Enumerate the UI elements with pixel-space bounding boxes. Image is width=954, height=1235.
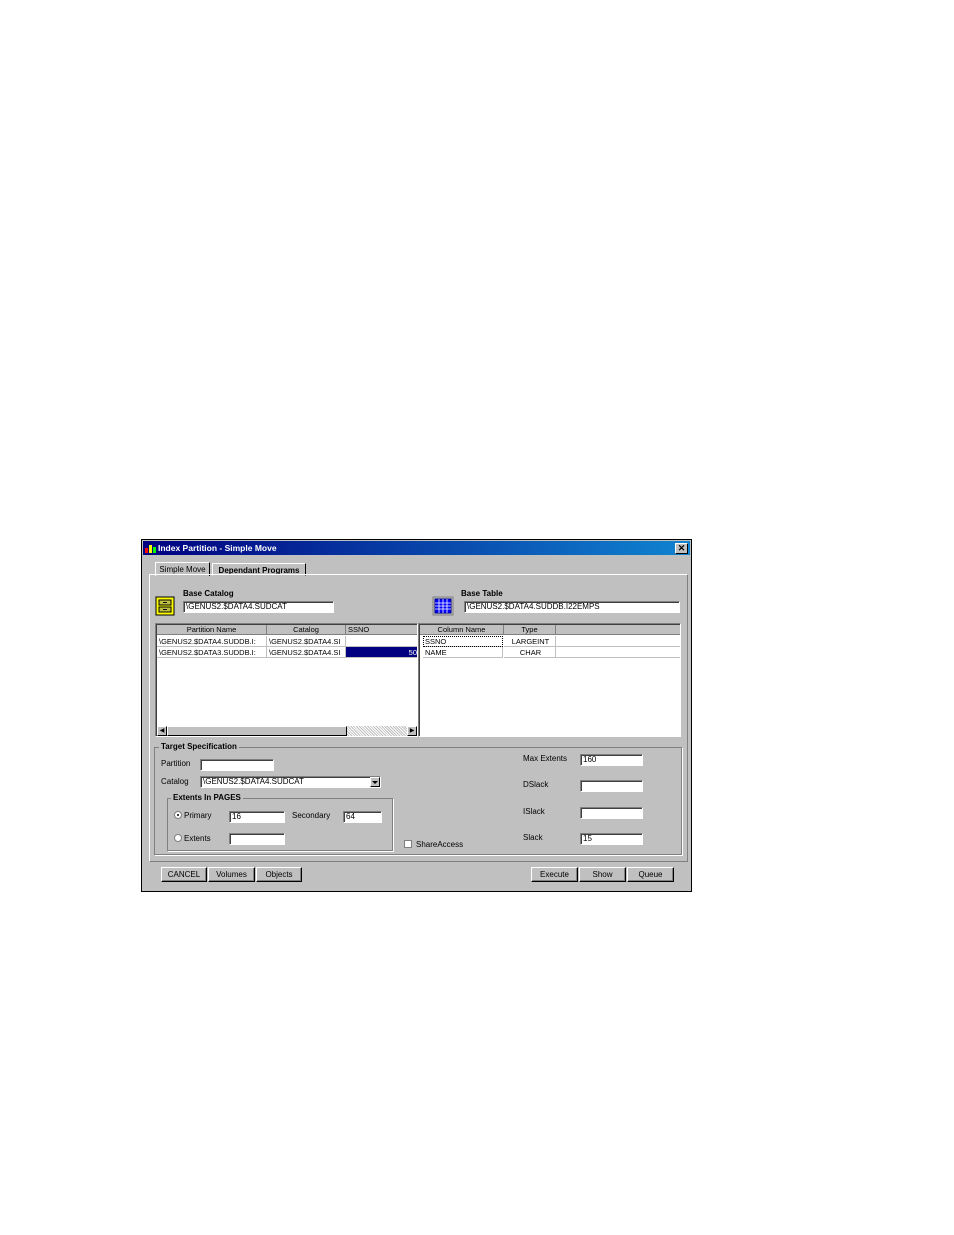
slack-label: Slack [523, 833, 543, 842]
table-row-cell[interactable]: SSNO [423, 636, 503, 647]
primary-label: Primary [184, 811, 212, 820]
window-title: Index Partition - Simple Move [158, 543, 277, 553]
ssno-header[interactable]: SSNO [346, 625, 417, 635]
catalog-select[interactable]: \GENUS2.$DATA4.SUDCAT [200, 776, 381, 788]
extents-radio[interactable] [174, 834, 182, 842]
selected-ssno-cell[interactable]: 50 [346, 647, 417, 658]
empty-header [556, 625, 680, 635]
scroll-right-button[interactable]: ▶ [407, 726, 417, 736]
partition-grid[interactable]: Partition Name Catalog SSNO \GENUS2.$DAT… [155, 623, 418, 737]
title-bar: Index Partition - Simple Move ✕ [143, 541, 690, 555]
max-extents-label: Max Extents [523, 754, 568, 763]
table-row-cell[interactable]: LARGEINT [504, 636, 556, 647]
table-row-cell[interactable]: \GENUS2.$DATA4.SI [267, 636, 346, 647]
extents-in-pages-title: Extents In PAGES [171, 793, 243, 802]
app-icon [145, 545, 156, 553]
extents-field[interactable] [229, 833, 285, 845]
secondary-label: Secondary [292, 811, 331, 820]
chevron-down-icon [372, 781, 378, 784]
catalog-dropdown-button[interactable] [370, 777, 380, 787]
scroll-left-button[interactable]: ◀ [157, 726, 167, 736]
volumes-button[interactable]: Volumes [208, 867, 255, 882]
target-specification-title: Target Specification [159, 742, 239, 751]
extents-label: Extents [184, 834, 211, 843]
table-row-cell [556, 647, 680, 658]
islack-field[interactable] [580, 807, 643, 819]
table-row-cell[interactable]: CHAR [504, 647, 556, 658]
table-row-cell[interactable]: NAME [423, 647, 503, 658]
secondary-field[interactable]: 64 [343, 811, 382, 823]
catalog-label: Catalog [161, 777, 189, 786]
max-extents-field[interactable]: 160 [580, 754, 643, 766]
primary-radio[interactable] [174, 811, 182, 819]
partition-name-header[interactable]: Partition Name [157, 625, 267, 635]
index-partition-dialog: Index Partition - Simple Move ✕ Simple M… [141, 539, 692, 892]
cancel-button[interactable]: CANCEL [161, 867, 207, 882]
islack-label: ISlack [523, 807, 545, 816]
execute-button[interactable]: Execute [531, 867, 578, 882]
close-button[interactable]: ✕ [675, 543, 688, 554]
slack-field[interactable]: 15 [580, 833, 643, 845]
table-row-cell[interactable]: \GENUS2.$DATA4.SI [267, 647, 346, 658]
partition-field[interactable] [200, 759, 274, 771]
shareaccess-label: ShareAccess [416, 840, 464, 849]
objects-button[interactable]: Objects [256, 867, 302, 882]
column-name-header[interactable]: Column Name [420, 625, 504, 635]
close-icon: ✕ [677, 543, 686, 553]
dslack-field[interactable] [580, 780, 643, 792]
base-table-field[interactable]: \GENUS2.$DATA4.SUDDB.I22EMPS [464, 601, 680, 613]
horizontal-scrollbar[interactable]: ◀ ▶ [157, 726, 417, 736]
catalog-header[interactable]: Catalog [267, 625, 346, 635]
tab-simple-move-label: Simple Move [159, 565, 206, 574]
shareaccess-checkbox[interactable] [404, 840, 412, 848]
type-header[interactable]: Type [504, 625, 556, 635]
partition-label: Partition [161, 759, 191, 768]
dslack-label: DSlack [523, 780, 549, 789]
base-catalog-label: Base Catalog [183, 589, 234, 598]
column-grid[interactable]: Column Name Type SSNO LARGEINT NAME CHAR [418, 623, 681, 737]
primary-field[interactable]: 16 [229, 811, 285, 823]
scroll-thumb[interactable] [167, 726, 347, 736]
table-row-cell[interactable]: \GENUS2.$DATA4.SUDDB.I: [157, 636, 267, 647]
show-button[interactable]: Show [579, 867, 626, 882]
base-table-label: Base Table [461, 589, 503, 598]
base-catalog-field[interactable]: \GENUS2.$DATA4.SUDCAT [183, 601, 334, 613]
table-row-cell [556, 636, 680, 647]
table-row-cell[interactable]: \GENUS2.$DATA3.SUDDB.I: [157, 647, 267, 658]
file-cabinet-icon [155, 596, 175, 616]
queue-button[interactable]: Queue [627, 867, 674, 882]
scroll-track[interactable] [347, 726, 407, 736]
table-grid-icon [432, 596, 454, 616]
table-row-cell[interactable] [346, 636, 417, 647]
